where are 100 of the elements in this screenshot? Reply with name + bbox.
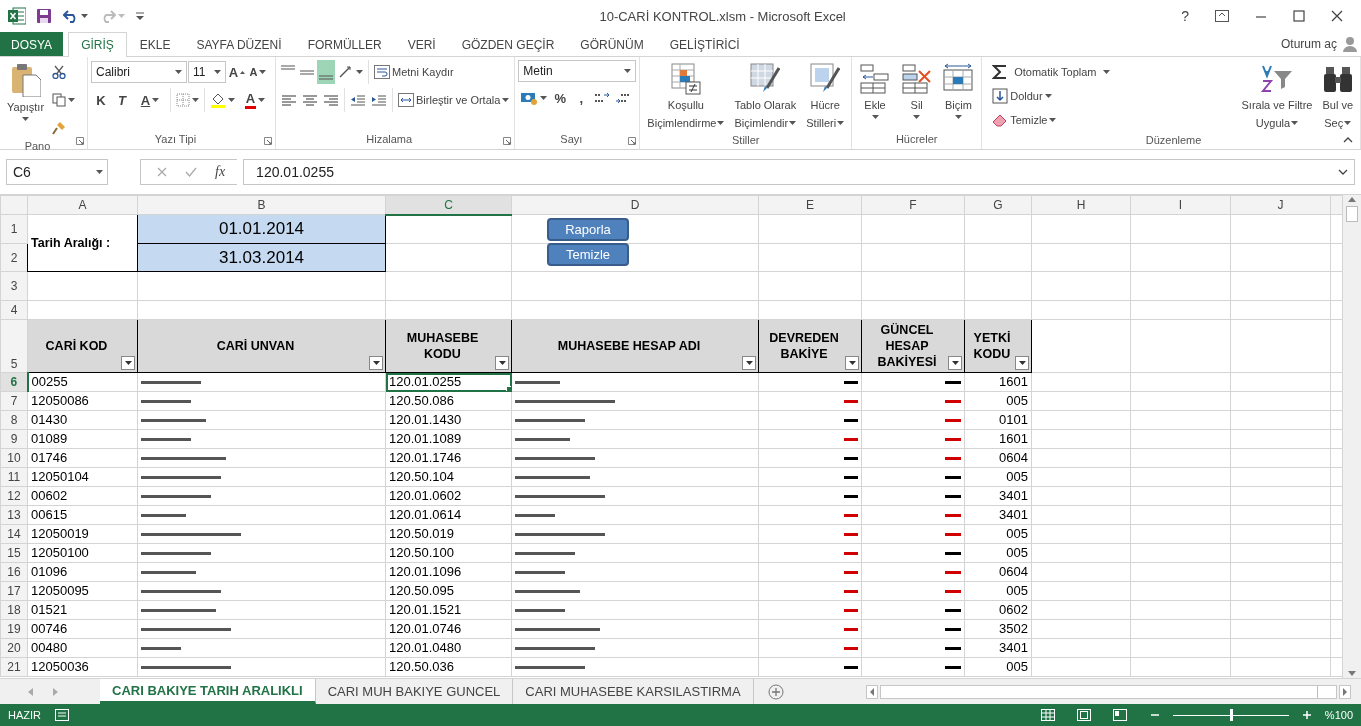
horizontal-scrollbar[interactable] (879, 684, 1337, 699)
ribbon-tab[interactable]: GÖZDEN GEÇİR (448, 32, 568, 56)
column-header[interactable]: G (964, 195, 1032, 215)
macro-button[interactable]: Temizle (547, 243, 629, 266)
align-lines-icon (319, 74, 333, 80)
tiny-text-mark (141, 399, 191, 403)
filter-dropdown-button[interactable] (495, 356, 509, 370)
ribbon-display-icon[interactable] (1215, 10, 1229, 22)
conditional-formatting-button[interactable]: Koşullu Biçimlendirme (643, 60, 729, 134)
filter-dropdown-button[interactable] (121, 356, 135, 370)
dialog-launcher-icon[interactable] (264, 137, 272, 145)
font-name-field[interactable]: Calibri (91, 61, 187, 83)
tiny-text-mark (141, 380, 201, 384)
tiny-text-mark (515, 665, 585, 669)
filter-dropdown-button[interactable] (369, 356, 383, 370)
number-format-field[interactable]: Metin (518, 60, 637, 82)
bold-button[interactable]: K (91, 88, 111, 112)
name-box[interactable]: C6 (6, 159, 108, 185)
wrap-text-button[interactable]: Metni Kaydır (372, 60, 456, 84)
column-header[interactable]: D (511, 195, 759, 215)
scroll-left-icon[interactable] (865, 684, 878, 699)
table-cell: 0604 (964, 448, 1032, 468)
shrink-font-button[interactable]: A (248, 60, 268, 84)
insert-function-button[interactable]: fx (215, 164, 226, 180)
zoom-in-icon[interactable] (1302, 711, 1311, 719)
macro-button[interactable]: Raporla (547, 218, 629, 241)
column-header[interactable]: F (861, 195, 965, 215)
vertical-scrollbar[interactable] (1342, 195, 1361, 678)
cell-styles-button[interactable]: Hücre Stilleri (802, 60, 849, 134)
ribbon-tab[interactable]: VERİ (394, 32, 449, 56)
page-layout-icon[interactable] (1076, 709, 1091, 721)
ribbon-tab[interactable]: SAYFA DÜZENİ (183, 32, 295, 56)
row-header[interactable]: 2 (0, 243, 28, 272)
clear-button[interactable]: Temizle (990, 108, 1112, 132)
column-header[interactable]: A (27, 195, 138, 215)
sign-in-link[interactable]: Oturum aç (1281, 37, 1337, 51)
font-size-field[interactable]: 11 (188, 61, 226, 83)
delete-button[interactable]: Sil (896, 60, 937, 133)
autosum-button[interactable]: Otomatik Toplam (990, 60, 1112, 84)
filter-dropdown-button[interactable] (845, 356, 859, 370)
macro-record-icon[interactable] (55, 709, 69, 721)
column-header[interactable]: C (385, 195, 512, 215)
grow-font-button[interactable]: A (227, 60, 247, 84)
ribbon-tab[interactable]: FORMÜLLER (294, 32, 395, 56)
zoom-out-icon[interactable] (1150, 711, 1159, 719)
merge-center-button[interactable]: Birleştir ve Ortala (396, 88, 512, 112)
underline-button[interactable]: A (133, 88, 167, 112)
filter-dropdown-button[interactable] (742, 356, 756, 370)
table-cell: 120.50.019 (385, 524, 512, 544)
ribbon-tab[interactable]: EKLE (126, 32, 184, 56)
ribbon-tab[interactable]: GELİŞTİRİCİ (656, 32, 753, 56)
save-icon[interactable] (36, 8, 52, 24)
table-cell: 3401 (964, 638, 1032, 658)
font-color-button[interactable]: A (238, 88, 272, 112)
collapse-ribbon-icon[interactable] (1343, 137, 1353, 143)
column-header[interactable]: E (758, 195, 862, 215)
undo-button[interactable] (62, 8, 89, 24)
file-tab[interactable]: DOSYA (0, 32, 64, 56)
column-header[interactable]: I (1130, 195, 1231, 215)
dialog-launcher-icon[interactable] (628, 137, 637, 145)
comma-style-button[interactable]: , (571, 86, 592, 110)
sort-filter-button[interactable]: Sırala ve Filtre Uygula (1237, 60, 1317, 134)
paste-button[interactable]: Yapıştır (3, 60, 49, 140)
format-button[interactable]: Biçim (938, 60, 979, 133)
customize-toolbar-icon[interactable] (136, 12, 144, 20)
insert-button[interactable]: Ekle (855, 60, 895, 133)
maximize-icon[interactable] (1293, 10, 1305, 22)
table-cell: 12050036 (27, 657, 138, 677)
row-header[interactable]: 1 (0, 214, 28, 244)
expand-formula-icon[interactable] (1338, 169, 1348, 175)
enter-check-icon[interactable] (185, 167, 197, 177)
sheet-tab[interactable]: CARI BAKIYE TARIH ARALIKLI (100, 679, 316, 704)
formula-field[interactable]: 120.01.0255 (243, 159, 1355, 185)
fill-button[interactable]: Doldur (990, 84, 1112, 108)
help-button[interactable]: ? (1181, 8, 1189, 24)
add-sheet-icon[interactable] (767, 683, 784, 700)
italic-button[interactable]: T (112, 88, 132, 112)
dialog-launcher-icon[interactable] (503, 137, 512, 145)
table-cell: 120.50.104 (385, 467, 512, 487)
row-header[interactable]: 5 (0, 319, 28, 373)
close-icon[interactable] (1331, 10, 1343, 22)
find-select-button[interactable]: Bul ve Seç (1318, 60, 1357, 134)
column-header[interactable]: B (137, 195, 386, 215)
scroll-thumb[interactable] (1346, 206, 1358, 222)
scroll-right-icon[interactable] (1339, 684, 1351, 699)
percent-button[interactable]: % (550, 86, 571, 110)
format-as-table-button[interactable]: Tablo Olarak Biçimlendir (730, 60, 801, 134)
normal-view-icon[interactable] (1040, 709, 1055, 721)
filter-dropdown-button[interactable] (1015, 356, 1029, 370)
dialog-launcher-icon[interactable] (76, 137, 84, 145)
sigma-icon (992, 64, 1009, 80)
column-header[interactable]: H (1031, 195, 1131, 215)
ribbon-tab[interactable]: GÖRÜNÜM (567, 32, 657, 56)
table-cell: 0604 (964, 562, 1032, 582)
column-header[interactable]: J (1230, 195, 1331, 215)
zoom-level[interactable]: %100 (1324, 709, 1353, 721)
filter-dropdown-button[interactable] (948, 356, 962, 370)
page-break-icon[interactable] (1112, 709, 1127, 721)
ribbon-tab[interactable]: GİRİŞ (68, 32, 127, 57)
row-header[interactable]: 3 (0, 271, 28, 301)
